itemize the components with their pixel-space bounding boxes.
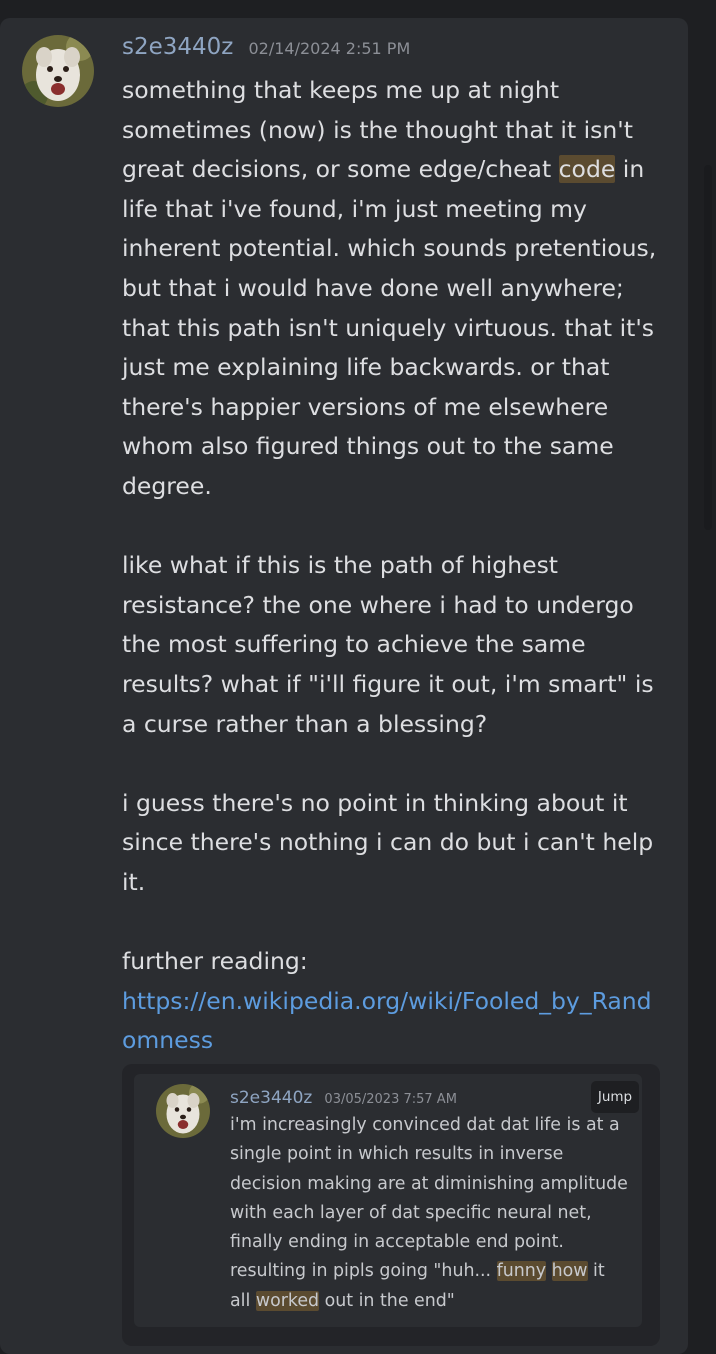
message-paragraph: like what if this is the path of highest…: [122, 546, 662, 744]
text-segment: in life that i've found, i'm just meetin…: [122, 155, 657, 500]
timestamp: 02/14/2024 2:51 PM: [248, 39, 411, 58]
text-segment: i guess there's no point in thinking abo…: [122, 788, 654, 896]
quoted-message: s2e3440z 03/05/2023 7:57 AM Jump i'm inc…: [134, 1074, 642, 1327]
quoted-message-embed: s2e3440z 03/05/2023 7:57 AM Jump i'm inc…: [122, 1064, 660, 1346]
text-segment: [546, 1261, 552, 1281]
text-segment: i'm increasingly convinced dat dat life …: [230, 1115, 628, 1282]
text-segment: something that keeps me up at night some…: [122, 76, 633, 184]
dog-avatar-icon[interactable]: [22, 35, 94, 107]
quoted-username[interactable]: s2e3440z: [230, 1088, 312, 1108]
message-paragraph: i guess there's no point in thinking abo…: [122, 784, 662, 903]
wikipedia-link[interactable]: https://en.wikipedia.org/wiki/Fooled_by_…: [122, 982, 662, 1061]
message-paragraph: further reading:: [122, 942, 662, 982]
text-segment: further reading:: [122, 947, 308, 976]
jump-button[interactable]: Jump: [591, 1081, 639, 1113]
message-paragraphs: something that keeps me up at night some…: [122, 71, 662, 982]
search-highlight: how: [551, 1261, 588, 1282]
username[interactable]: s2e3440z: [122, 34, 233, 60]
quoted-timestamp: 03/05/2023 7:57 AM: [324, 1092, 457, 1107]
message-content: something that keeps me up at night some…: [122, 71, 662, 1061]
search-highlight: worked: [255, 1290, 320, 1311]
search-highlight: code: [558, 155, 616, 184]
scrollbar-thumb[interactable]: [704, 165, 712, 530]
search-highlight: funny: [496, 1261, 547, 1282]
quoted-message-header: s2e3440z 03/05/2023 7:57 AM: [230, 1088, 457, 1108]
text-segment: like what if this is the path of highest…: [122, 551, 654, 738]
message-paragraph: something that keeps me up at night some…: [122, 71, 662, 507]
text-segment: out in the end": [319, 1290, 455, 1311]
quoted-message-text: i'm increasingly convinced dat dat life …: [230, 1111, 630, 1316]
dog-avatar-icon[interactable]: [156, 1084, 210, 1138]
message-header: s2e3440z 02/14/2024 2:51 PM: [122, 34, 410, 60]
